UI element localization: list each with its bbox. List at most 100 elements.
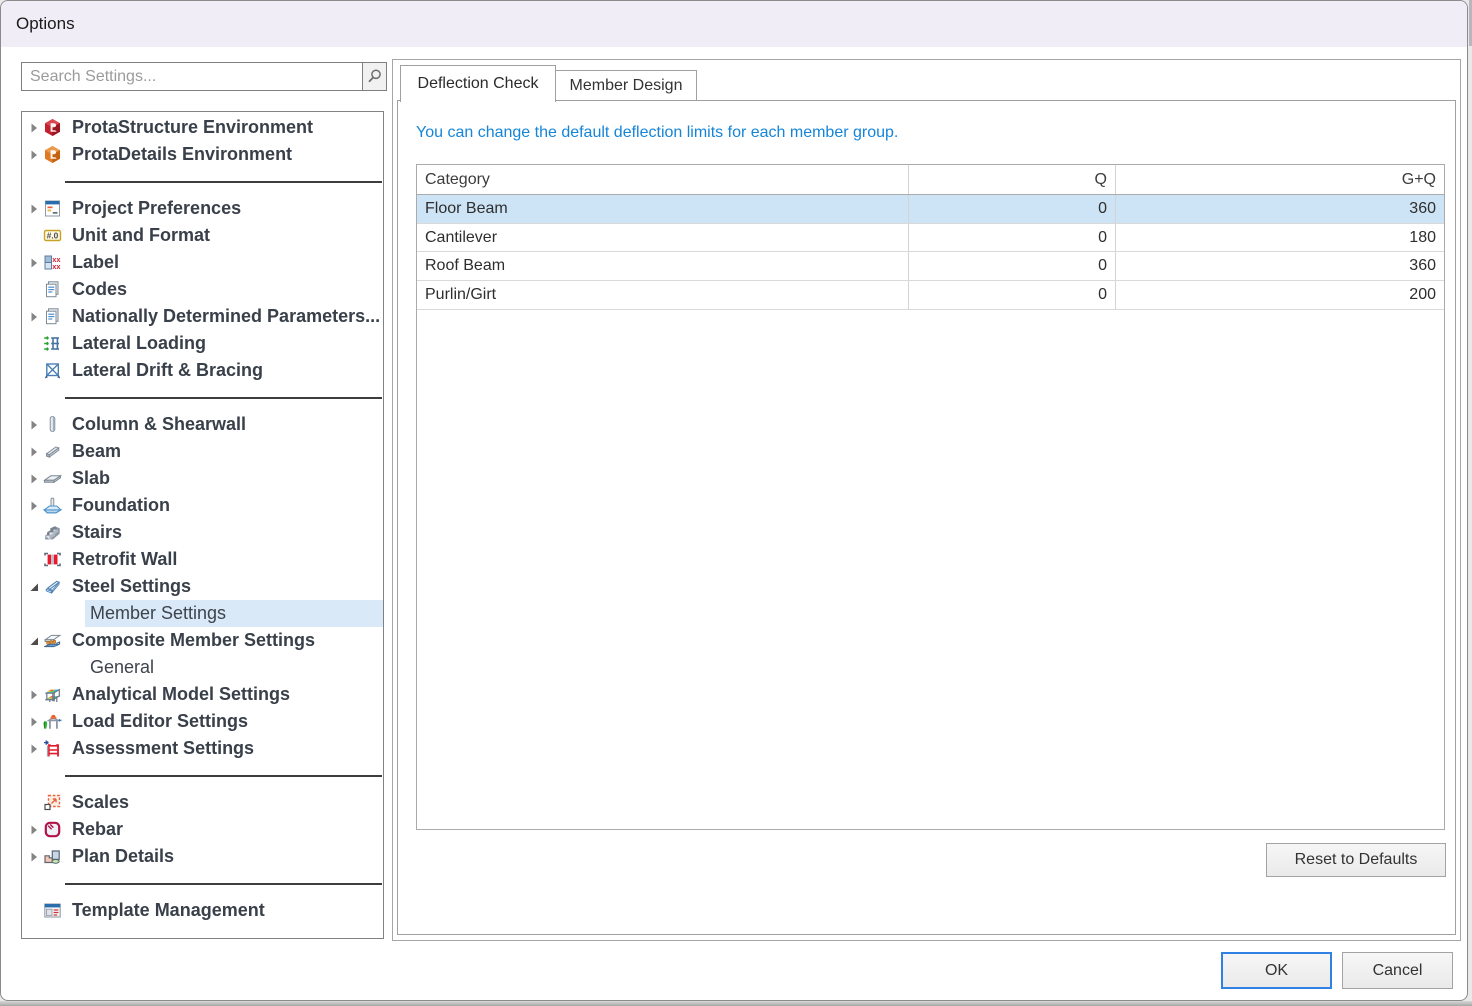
cancel-button[interactable]: Cancel	[1342, 952, 1453, 989]
tree-item-label: Member Settings	[90, 600, 226, 627]
tree-item-composite-member-settings[interactable]: Composite Member Settings	[22, 627, 383, 654]
expand-arrow-icon[interactable]	[28, 310, 40, 323]
cell-category[interactable]: Purlin/Girt	[417, 281, 909, 309]
tree-item-protastructure-environment[interactable]: ProtaStructure Environment	[22, 114, 383, 141]
tree-item-lateral-loading[interactable]: Lateral Loading	[22, 330, 383, 357]
settings-tree: ProtaStructure EnvironmentProtaDetails E…	[21, 111, 384, 939]
window-title: Options	[16, 1, 75, 47]
expand-arrow-icon[interactable]	[28, 148, 40, 161]
tree-item-retrofit-wall[interactable]: Retrofit Wall	[22, 546, 383, 573]
expand-arrow-icon[interactable]	[28, 499, 40, 512]
tree-item-unit-and-format[interactable]: #.0 Unit and Format	[22, 222, 383, 249]
steel-settings-icon	[43, 577, 62, 596]
tree-item-label[interactable]: xxxxLabel	[22, 249, 383, 276]
expand-arrow-icon[interactable]	[28, 715, 40, 728]
cell-q[interactable]: 0	[909, 195, 1116, 223]
tree-item-label: Load Editor Settings	[72, 708, 248, 735]
collapse-arrow-icon[interactable]	[28, 580, 40, 593]
lateral-loading-icon	[43, 334, 62, 353]
slab-icon	[43, 469, 62, 488]
expand-arrow-icon[interactable]	[28, 121, 40, 134]
tab-deflection-check[interactable]: Deflection Check	[400, 65, 556, 102]
tree-item-label: Codes	[72, 276, 127, 303]
tree-item-beam[interactable]: Beam	[22, 438, 383, 465]
cell-category[interactable]: Cantilever	[417, 224, 909, 252]
tree-item-project-preferences[interactable]: Project Preferences	[22, 195, 383, 222]
expand-arrow-icon[interactable]	[28, 688, 40, 701]
tree-item-label: Column & Shearwall	[72, 411, 246, 438]
table-row-purlin-girt[interactable]: Purlin/Girt0200	[417, 281, 1444, 310]
tree-item-nationally-determined-parameters[interactable]: Nationally Determined Parameters...	[22, 303, 383, 330]
expand-arrow-icon[interactable]	[28, 202, 40, 215]
tree-item-label: Retrofit Wall	[72, 546, 177, 573]
tree-item-general[interactable]: General	[22, 654, 383, 681]
tree-item-load-editor-settings[interactable]: Load Editor Settings	[22, 708, 383, 735]
tree-item-codes[interactable]: Codes	[22, 276, 383, 303]
tree-item-rebar[interactable]: Rebar	[22, 816, 383, 843]
unit-format-icon: #.0	[43, 226, 62, 245]
tree-item-label: Nationally Determined Parameters...	[72, 303, 380, 330]
background-app-strip	[0, 1001, 1472, 1006]
tree-item-label: Lateral Loading	[72, 330, 206, 357]
tree-item-label: Label	[72, 249, 119, 276]
protadetails-icon	[43, 145, 62, 164]
rebar-icon	[43, 820, 62, 839]
tree-item-label: Steel Settings	[72, 573, 191, 600]
expand-arrow-icon[interactable]	[28, 445, 40, 458]
tree-item-scales[interactable]: Scales	[22, 789, 383, 816]
reset-to-defaults-button[interactable]: Reset to Defaults	[1266, 843, 1446, 877]
cell-q[interactable]: 0	[909, 281, 1116, 309]
tree-item-member-settings[interactable]: Member Settings	[22, 600, 383, 627]
tree-item-lateral-drift-bracing[interactable]: Lateral Drift & Bracing	[22, 357, 383, 384]
composite-icon	[43, 631, 62, 650]
tree-item-label: ProtaStructure Environment	[72, 114, 313, 141]
expand-arrow-icon[interactable]	[28, 256, 40, 269]
tree-item-label: Unit and Format	[72, 222, 210, 249]
table-row-cantilever[interactable]: Cantilever0180	[417, 224, 1444, 253]
tree-item-column-shearwall[interactable]: Column & Shearwall	[22, 411, 383, 438]
column-header-q[interactable]: Q	[909, 165, 1116, 194]
deflection-table: CategoryQG+QFloor Beam0360Cantilever0180…	[416, 164, 1445, 830]
tree-item-protadetails-environment[interactable]: ProtaDetails Environment	[22, 141, 383, 168]
tree-item-label: ProtaDetails Environment	[72, 141, 292, 168]
cell-gq[interactable]: 180	[1116, 224, 1444, 252]
expand-arrow-icon[interactable]	[28, 472, 40, 485]
cell-gq[interactable]: 360	[1116, 195, 1444, 223]
tree-item-label: Foundation	[72, 492, 170, 519]
table-header-row: CategoryQG+Q	[417, 165, 1444, 195]
lateral-drift-icon	[43, 361, 62, 380]
cell-category[interactable]: Roof Beam	[417, 252, 909, 280]
ok-button[interactable]: OK	[1221, 952, 1332, 989]
cell-category[interactable]: Floor Beam	[417, 195, 909, 223]
tree-group-separator	[22, 168, 383, 195]
titlebar: Options	[1, 1, 1467, 47]
tree-item-plan-details[interactable]: Plan Details	[22, 843, 383, 870]
cell-q[interactable]: 0	[909, 224, 1116, 252]
table-row-roof-beam[interactable]: Roof Beam0360	[417, 252, 1444, 281]
expand-arrow-icon[interactable]	[28, 418, 40, 431]
search-button[interactable]	[362, 62, 387, 91]
cell-gq[interactable]: 360	[1116, 252, 1444, 280]
collapse-arrow-icon[interactable]	[28, 634, 40, 647]
magnifier-icon	[366, 68, 383, 85]
analytical-icon	[43, 685, 62, 704]
expand-arrow-icon[interactable]	[28, 850, 40, 863]
search-input[interactable]	[21, 62, 363, 91]
protastructure-icon	[43, 118, 62, 137]
tree-item-slab[interactable]: Slab	[22, 465, 383, 492]
tree-item-stairs[interactable]: Stairs	[22, 519, 383, 546]
expand-arrow-icon[interactable]	[28, 742, 40, 755]
tree-item-foundation[interactable]: Foundation	[22, 492, 383, 519]
tree-item-label: Beam	[72, 438, 121, 465]
tab-member-design[interactable]: Member Design	[555, 70, 697, 100]
column-header-category[interactable]: Category	[417, 165, 909, 194]
cell-q[interactable]: 0	[909, 252, 1116, 280]
tree-item-template-management[interactable]: Template Management	[22, 897, 383, 924]
tree-item-analytical-model-settings[interactable]: Analytical Model Settings	[22, 681, 383, 708]
column-header-gq[interactable]: G+Q	[1116, 165, 1444, 194]
tree-item-steel-settings[interactable]: Steel Settings	[22, 573, 383, 600]
cell-gq[interactable]: 200	[1116, 281, 1444, 309]
expand-arrow-icon[interactable]	[28, 823, 40, 836]
tree-item-assessment-settings[interactable]: Assessment Settings	[22, 735, 383, 762]
table-row-floor-beam[interactable]: Floor Beam0360	[417, 195, 1444, 224]
